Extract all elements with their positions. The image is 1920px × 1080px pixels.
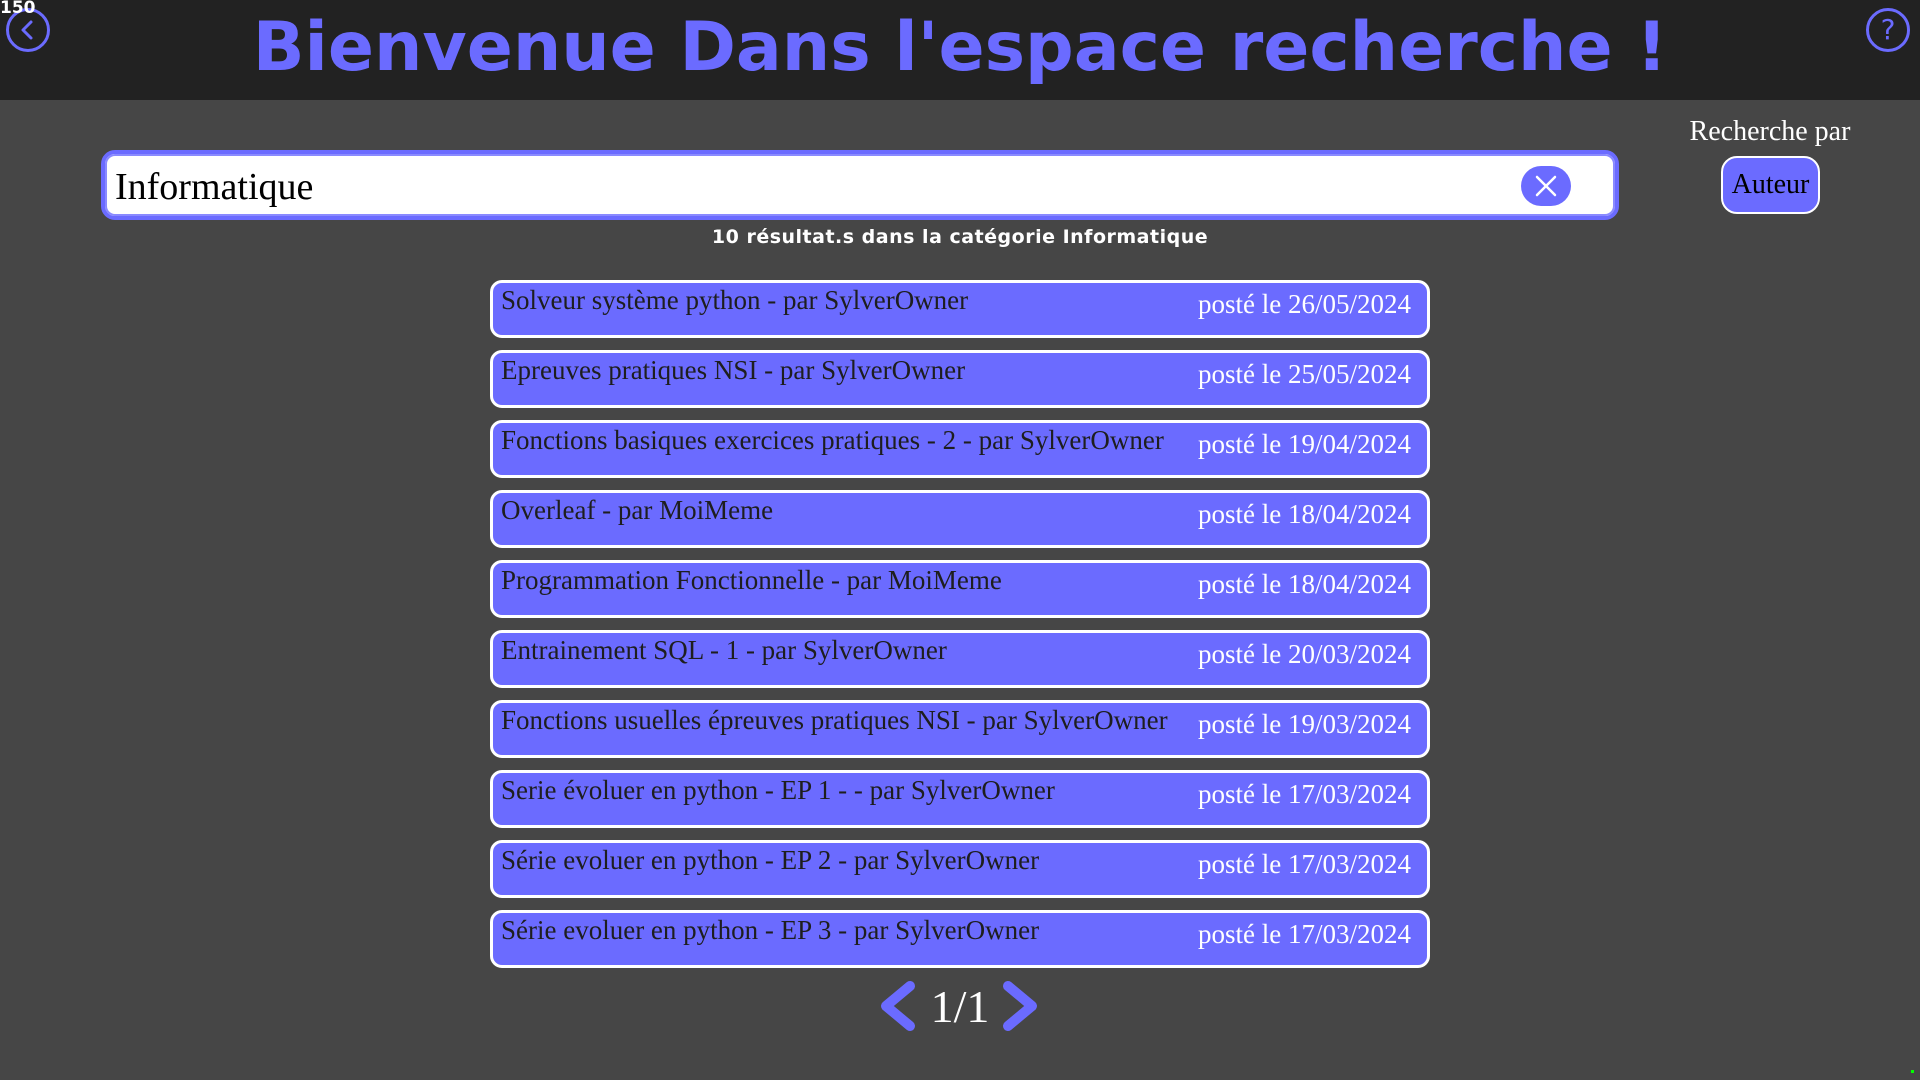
close-icon bbox=[1535, 175, 1557, 197]
result-title: Série evoluer en python - EP 2 - par Syl… bbox=[501, 845, 1040, 875]
header-bar: 150 Bienvenue Dans l'espace recherche ! … bbox=[0, 0, 1920, 100]
search-by-author-button[interactable]: Auteur bbox=[1721, 156, 1820, 214]
result-date: posté le 19/03/2024 bbox=[1198, 709, 1411, 739]
help-button[interactable]: ? bbox=[1866, 8, 1910, 52]
result-title: Serie évoluer en python - EP 1 - - par S… bbox=[501, 775, 1055, 805]
result-item[interactable]: Overleaf - par MoiMeme posté le 18/04/202… bbox=[490, 490, 1430, 548]
result-title: Epreuves pratiques NSI - par SylverOwner bbox=[501, 355, 966, 385]
result-date: posté le 25/05/2024 bbox=[1198, 359, 1411, 389]
result-date: posté le 18/04/2024 bbox=[1198, 569, 1411, 599]
search-bar bbox=[101, 150, 1619, 220]
result-title: Fonctions basiques exercices pratiques -… bbox=[501, 425, 1164, 455]
result-title: Solveur système python - par SylverOwner bbox=[501, 285, 969, 315]
result-date: posté le 20/03/2024 bbox=[1198, 639, 1411, 669]
result-item[interactable]: Entrainement SQL - 1 - par SylverOwner po… bbox=[490, 630, 1430, 688]
page-title: Bienvenue Dans l'espace recherche ! bbox=[252, 8, 1668, 87]
result-title: Programmation Fonctionnelle - par MoiMem… bbox=[501, 565, 1002, 595]
next-page-button[interactable] bbox=[1000, 980, 1046, 1032]
result-item[interactable]: Fonctions usuelles épreuves pratiques NS… bbox=[490, 700, 1430, 758]
result-item[interactable]: Programmation Fonctionnelle - par MoiMem… bbox=[490, 560, 1430, 618]
clear-search-button[interactable] bbox=[1521, 166, 1571, 206]
result-item[interactable]: Solveur système python - par SylverOwner… bbox=[490, 280, 1430, 338]
result-item[interactable]: Série evoluer en python - EP 3 - par Syl… bbox=[490, 910, 1430, 968]
result-item[interactable]: Serie évoluer en python - EP 1 - - par S… bbox=[490, 770, 1430, 828]
result-date: posté le 26/05/2024 bbox=[1198, 289, 1411, 319]
result-item[interactable]: Fonctions basiques exercices pratiques -… bbox=[490, 420, 1430, 478]
fps-counter: 150 bbox=[0, 0, 36, 18]
result-item[interactable]: Epreuves pratiques NSI - par SylverOwner… bbox=[490, 350, 1430, 408]
results-count: 10 résultat.s dans la catégorie Informat… bbox=[711, 226, 1209, 248]
result-title: Overleaf - par MoiMeme bbox=[501, 495, 774, 525]
results-list: Solveur système python - par SylverOwner… bbox=[490, 280, 1430, 980]
result-title: Entrainement SQL - 1 - par SylverOwner bbox=[501, 635, 947, 665]
result-date: posté le 17/03/2024 bbox=[1198, 779, 1411, 809]
result-date: posté le 17/03/2024 bbox=[1198, 919, 1411, 949]
status-indicator bbox=[1911, 1070, 1914, 1073]
result-date: posté le 19/04/2024 bbox=[1198, 429, 1411, 459]
result-title: Fonctions usuelles épreuves pratiques NS… bbox=[501, 705, 1168, 735]
search-input[interactable] bbox=[113, 158, 1517, 216]
search-by-label: Recherche par bbox=[1689, 116, 1851, 147]
result-date: posté le 18/04/2024 bbox=[1198, 499, 1411, 529]
result-title: Série evoluer en python - EP 3 - par Syl… bbox=[501, 915, 1040, 945]
help-icon: ? bbox=[1880, 13, 1896, 46]
result-item[interactable]: Série evoluer en python - EP 2 - par Syl… bbox=[490, 840, 1430, 898]
result-date: posté le 17/03/2024 bbox=[1198, 849, 1411, 879]
